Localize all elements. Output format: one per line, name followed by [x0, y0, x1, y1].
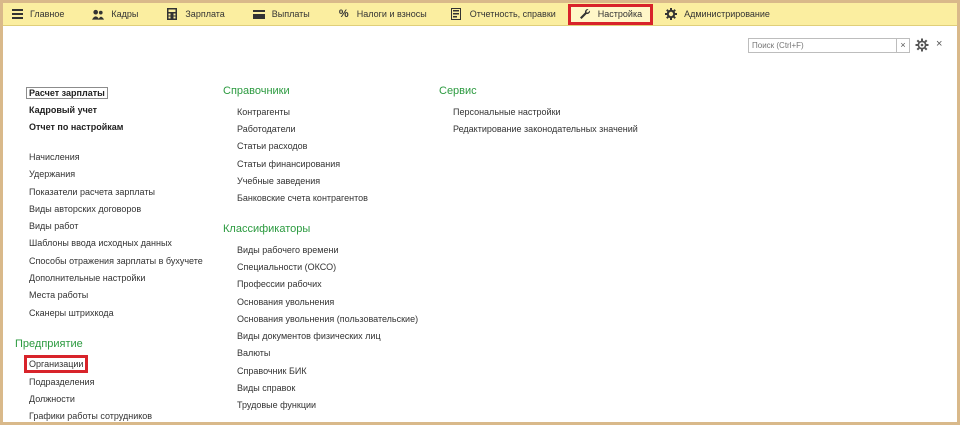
link-input-templates[interactable]: Шаблоны ввода исходных данных [29, 238, 172, 248]
link-work-types[interactable]: Виды работ [29, 221, 78, 231]
link-workplaces[interactable]: Места работы [29, 290, 88, 300]
tab-label: Налоги и взносы [356, 9, 427, 19]
link-hr-accounting[interactable]: Кадровый учет [29, 105, 97, 115]
tab-label: Главное [30, 9, 65, 19]
link-dismissal-grounds[interactable]: Основания увольнения [237, 297, 334, 307]
settings-panel: × × Расчет зарплаты Кадровый учет Отчет … [3, 26, 957, 422]
link-specialties[interactable]: Специальности (ОКСО) [237, 262, 336, 272]
header-service: Сервис [439, 85, 477, 97]
link-personal-settings[interactable]: Персональные настройки [453, 107, 561, 117]
link-counterparty-bank-accounts[interactable]: Банковские счета контрагентов [237, 193, 368, 203]
link-educational-institutions[interactable]: Учебные заведения [237, 176, 320, 186]
tab-payments[interactable]: Выплаты [245, 3, 318, 25]
link-worker-professions[interactable]: Профессии рабочих [237, 279, 322, 289]
link-bik-directory[interactable]: Справочник БИК [237, 366, 307, 376]
link-author-contract-types[interactable]: Виды авторских договоров [29, 204, 141, 214]
tab-label: Отчетность, справки [469, 9, 556, 19]
link-departments[interactable]: Подразделения [29, 377, 94, 387]
link-payroll-calculation[interactable]: Расчет зарплаты [26, 87, 108, 99]
link-barcode-scanners[interactable]: Сканеры штрихкода [29, 308, 114, 318]
tab-reports[interactable]: Отчетность, справки [443, 3, 564, 25]
link-dismissal-grounds-user[interactable]: Основания увольнения (пользовательские) [237, 314, 418, 324]
tab-label: Зарплата [185, 9, 225, 19]
close-icon[interactable]: × [936, 38, 942, 50]
report-icon [451, 8, 463, 20]
tab-settings[interactable]: Настройка [567, 3, 654, 25]
link-additional-settings[interactable]: Дополнительные настройки [29, 273, 145, 283]
link-settings-report[interactable]: Отчет по настройкам [29, 122, 123, 132]
card-icon [252, 8, 265, 20]
header-classifiers: Классификаторы [223, 223, 311, 235]
percent-icon: % [338, 8, 349, 20]
section-panel: Главное Кадры Зарплата Выплаты % Налоги … [3, 3, 957, 26]
header-enterprise: Предприятие [15, 338, 83, 350]
link-counterparties[interactable]: Контрагенты [237, 107, 290, 117]
link-legislative-values[interactable]: Редактирование законодательных значений [453, 124, 638, 134]
link-expense-items[interactable]: Статьи расходов [237, 141, 307, 151]
search-clear-button[interactable]: × [896, 38, 910, 53]
tab-admin[interactable]: Администрирование [657, 3, 778, 25]
header-references: Справочники [223, 85, 290, 97]
tab-main[interactable]: Главное [3, 3, 72, 25]
link-work-time-types[interactable]: Виды рабочего времени [237, 245, 339, 255]
tab-label: Администрирование [684, 9, 770, 19]
link-certificate-types[interactable]: Виды справок [237, 383, 295, 393]
link-currencies[interactable]: Валюты [237, 348, 270, 358]
calculator-icon [166, 8, 178, 20]
link-organizations[interactable]: Организации [24, 355, 89, 373]
tab-label: Кадры [111, 9, 139, 19]
search-input[interactable] [748, 38, 903, 53]
link-id-document-types[interactable]: Виды документов физических лиц [237, 331, 381, 341]
tab-salary[interactable]: Зарплата [158, 3, 232, 25]
link-payroll-indicators[interactable]: Показатели расчета зарплаты [29, 187, 155, 197]
people-icon [92, 8, 105, 20]
settings-gear-icon[interactable] [915, 38, 929, 52]
link-deductions[interactable]: Удержания [29, 169, 75, 179]
link-accounting-reflection[interactable]: Способы отражения зарплаты в бухучете [29, 256, 203, 266]
link-positions[interactable]: Должности [29, 394, 75, 404]
wrench-icon [579, 8, 591, 20]
gear-icon [665, 8, 678, 20]
link-accruals[interactable]: Начисления [29, 152, 80, 162]
link-labor-functions[interactable]: Трудовые функции [237, 400, 316, 410]
link-work-schedules[interactable]: Графики работы сотрудников [29, 411, 152, 421]
tab-hr[interactable]: Кадры [84, 3, 146, 25]
tab-label: Выплаты [271, 9, 310, 19]
link-financing-items[interactable]: Статьи финансирования [237, 159, 340, 169]
tab-taxes[interactable]: % Налоги и взносы [330, 3, 435, 25]
link-employers[interactable]: Работодатели [237, 124, 296, 134]
tab-label: Настройка [597, 9, 643, 19]
menu-icon [11, 8, 23, 20]
